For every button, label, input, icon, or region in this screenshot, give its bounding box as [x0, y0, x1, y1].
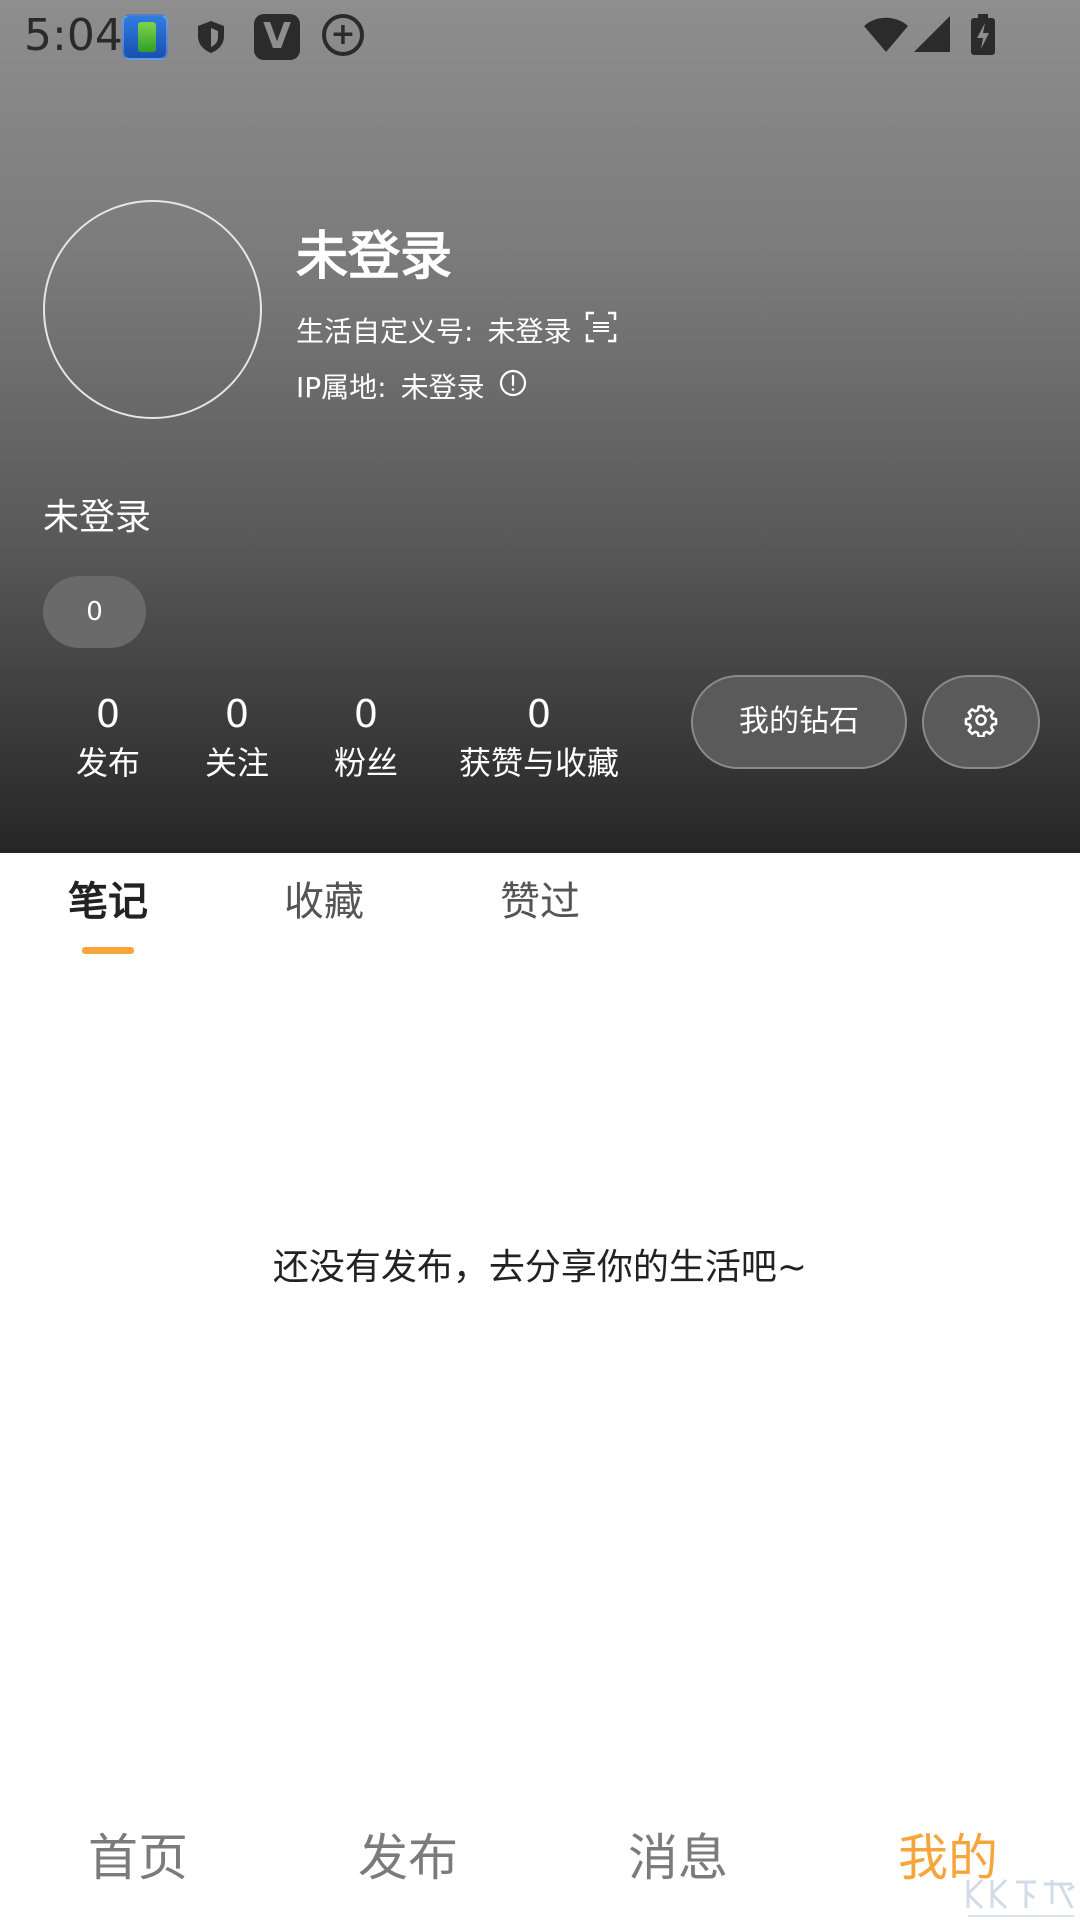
custom-id-label: 生活自定义号: — [296, 315, 474, 348]
stat-followers[interactable]: 0 粉丝 — [312, 690, 420, 788]
stat-value: 0 — [224, 692, 250, 736]
user-name: 未登录 — [296, 227, 453, 287]
settings-button[interactable] — [922, 675, 1040, 769]
watermark-logo — [966, 1878, 1075, 1917]
stats-row: 0 发布 0 关注 0 粉丝 0 获赞与收藏 — [0, 690, 680, 800]
tab-favorites[interactable]: 收藏 — [284, 869, 364, 927]
ip-value: 未登录 — [400, 371, 485, 404]
wifi-icon — [862, 14, 910, 58]
nav-home[interactable]: 首页 — [88, 1818, 188, 1890]
avatar[interactable] — [43, 200, 262, 419]
stat-value: 0 — [353, 692, 379, 736]
info-icon[interactable] — [499, 369, 527, 404]
ip-location-row: IP属地: 未登录 — [296, 366, 527, 406]
v-app-icon: V — [254, 14, 300, 60]
signal-icon — [912, 14, 952, 58]
qr-code-icon[interactable] — [585, 311, 617, 350]
shield-icon — [196, 20, 226, 58]
stat-following[interactable]: 0 关注 — [183, 690, 291, 788]
stat-value: 0 — [526, 692, 552, 736]
stat-label: 获赞与收藏 — [458, 744, 619, 782]
custom-id-value: 未登录 — [487, 315, 572, 348]
stat-label: 粉丝 — [333, 744, 398, 782]
stat-likes-favorites[interactable]: 0 获赞与收藏 — [446, 690, 632, 788]
tab-indicator — [82, 947, 134, 954]
stat-value: 0 — [95, 692, 121, 736]
profile-header: 5:04 V + 未登录 生活自定义号: 未登录 IP属地: 未登录 未登录 0… — [0, 0, 1080, 853]
gear-icon — [964, 703, 998, 741]
bottom-navigation: 首页 发布 消息 我的 — [0, 1800, 1080, 1920]
content-tabs: 笔记 收藏 赞过 — [0, 853, 1080, 963]
tab-notes[interactable]: 笔记 — [68, 869, 148, 927]
nav-publish[interactable]: 发布 — [358, 1818, 458, 1890]
stat-label: 发布 — [75, 744, 140, 782]
tab-liked[interactable]: 赞过 — [500, 869, 580, 927]
battery-charging-icon — [970, 14, 996, 60]
my-diamonds-button[interactable]: 我的钻石 — [691, 675, 907, 769]
nav-messages[interactable]: 消息 — [628, 1818, 728, 1890]
stat-label: 关注 — [204, 744, 269, 782]
add-circle-icon: + — [322, 14, 364, 56]
count-pill[interactable]: 0 — [43, 576, 146, 648]
ip-label: IP属地: — [296, 371, 387, 404]
stat-posts[interactable]: 0 发布 — [54, 690, 162, 788]
status-bar: 5:04 V + — [0, 0, 1080, 72]
battery-app-icon — [122, 14, 168, 60]
empty-state-message: 还没有发布，去分享你的生活吧~ — [272, 1247, 808, 1288]
status-time: 5:04 — [24, 10, 123, 61]
custom-id-row: 生活自定义号: 未登录 — [296, 310, 617, 350]
bio-text: 未登录 — [43, 497, 152, 538]
